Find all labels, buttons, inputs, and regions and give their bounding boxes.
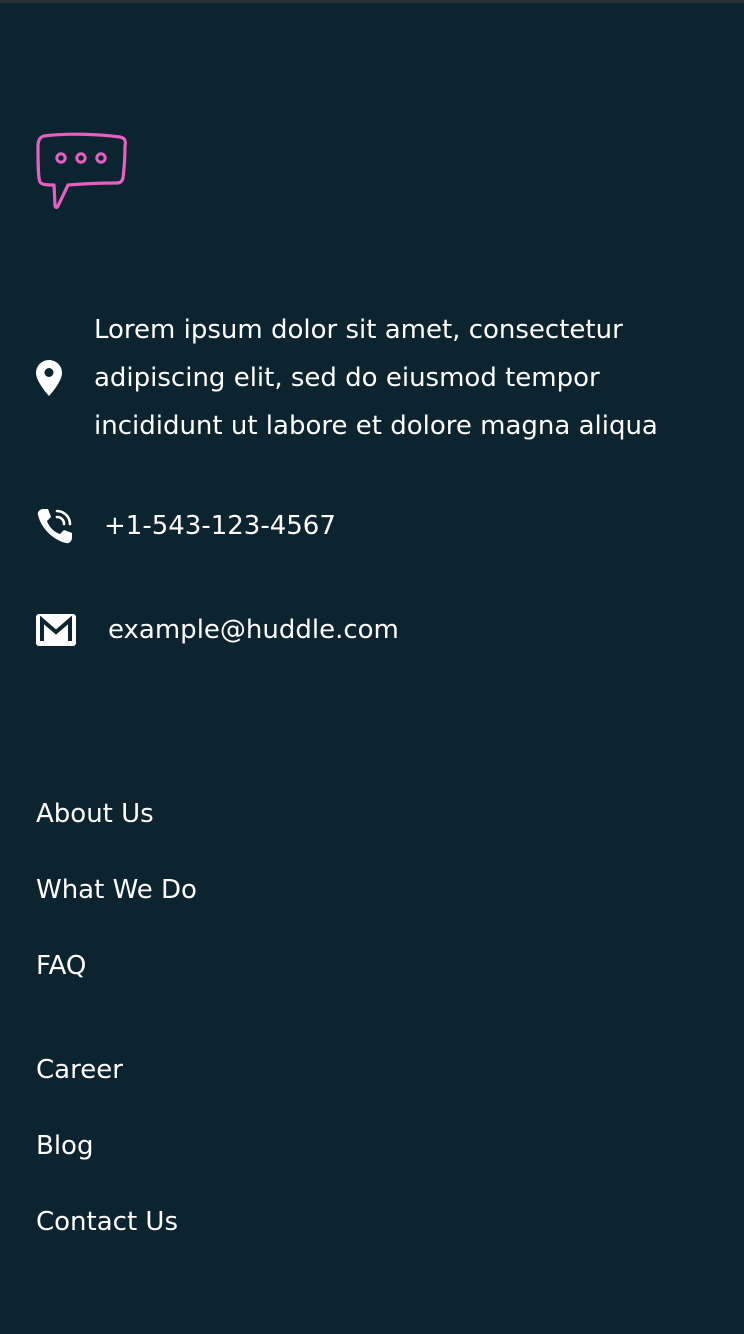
email-text[interactable]: example@huddle.com: [108, 610, 399, 650]
address-row: Lorem ipsum dolor sit amet, consectetur …: [36, 306, 694, 450]
footer-link-contact-us[interactable]: Contact Us: [36, 1202, 178, 1278]
address-text: Lorem ipsum dolor sit amet, consectetur …: [94, 315, 658, 441]
footer-link-career[interactable]: Career: [36, 1050, 178, 1126]
footer-links-primary: About Us What We Do FAQ: [36, 794, 197, 1022]
phone-icon: [36, 507, 74, 545]
mail-icon: [36, 614, 76, 646]
email-row[interactable]: example@huddle.com: [36, 610, 399, 650]
footer-link-about-us[interactable]: About Us: [36, 794, 197, 870]
footer-link-blog[interactable]: Blog: [36, 1126, 178, 1202]
phone-row[interactable]: +1-543-123-4567: [36, 504, 336, 548]
location-pin-icon: [36, 360, 62, 396]
top-border: [0, 0, 744, 3]
footer-link-faq[interactable]: FAQ: [36, 946, 197, 1022]
phone-text[interactable]: +1-543-123-4567: [104, 504, 336, 548]
footer-links-secondary: Career Blog Contact Us: [36, 1050, 178, 1278]
footer-link-what-we-do[interactable]: What We Do: [36, 870, 197, 946]
chat-bubble-icon: [36, 132, 128, 212]
